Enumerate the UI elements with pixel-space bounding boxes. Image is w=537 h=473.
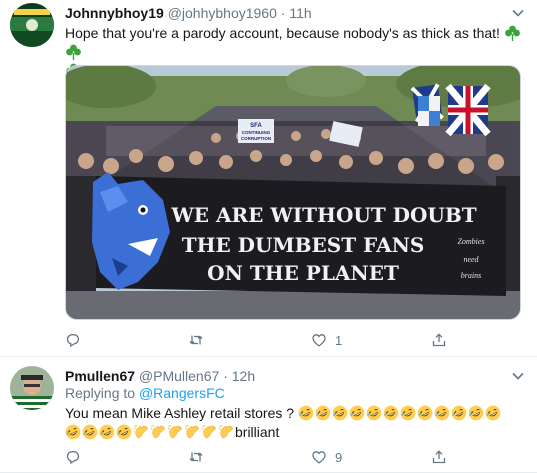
- rofl-icon: [116, 424, 132, 440]
- user-handle[interactable]: @PMullen67: [139, 368, 219, 384]
- reply-button[interactable]: [65, 330, 89, 350]
- rofl-icon: [485, 405, 501, 421]
- like-count: 9: [335, 449, 343, 465]
- tweet-photo[interactable]: SFA CONTINUING CORRUPTION WE ARE WITHOUT…: [65, 65, 521, 320]
- retweet-button[interactable]: [188, 447, 212, 467]
- display-name[interactable]: Pmullen67: [65, 368, 135, 384]
- chevron-down-icon[interactable]: [511, 369, 525, 383]
- avatar[interactable]: [10, 366, 54, 410]
- banner-line2: THE DUMBEST FANS: [182, 233, 425, 257]
- replying-to: Replying to @RangersFC: [65, 385, 225, 401]
- replying-prefix: Replying to: [65, 385, 136, 401]
- share-icon: [432, 333, 446, 347]
- tweet-header: Johnnybhoy19 @johhybhoy1960 · 11h: [65, 4, 312, 22]
- rofl-icon: [400, 405, 416, 421]
- rofl-icon: [366, 405, 382, 421]
- rofl-icon: [349, 405, 365, 421]
- clap-icon: [167, 424, 182, 439]
- like-button[interactable]: 1: [311, 330, 342, 350]
- retweet-icon: [189, 452, 203, 462]
- share-icon: [432, 450, 446, 464]
- shamrock-icon: [66, 44, 81, 60]
- clap-icon: [150, 424, 165, 439]
- share-button[interactable]: [431, 447, 447, 467]
- retweet-button[interactable]: [188, 330, 212, 350]
- banner-line3: ON THE PLANET: [207, 261, 399, 285]
- emoji-row-1: [298, 405, 502, 421]
- banner-side-line3: brains: [461, 271, 481, 280]
- rofl-icon: [65, 424, 81, 440]
- separator-dot: ·: [223, 368, 228, 384]
- rofl-icon: [383, 405, 399, 421]
- like-button[interactable]: 9: [311, 447, 342, 467]
- rofl-icon: [434, 405, 450, 421]
- tweet-body: Hope that you're a parody account, becau…: [65, 25, 500, 41]
- reply-button[interactable]: [65, 447, 89, 467]
- like-count: 1: [335, 332, 343, 348]
- clap-icon: [184, 424, 199, 439]
- tweet-johnnybhoy19[interactable]: Johnnybhoy19 @johhybhoy1960 · 11h Hope t…: [0, 0, 537, 357]
- tweet-trailing-word: brilliant: [235, 424, 280, 440]
- banner-side-line1: Zombies: [457, 237, 484, 246]
- reply-icon: [66, 334, 80, 348]
- banner-line1: WE ARE WITHOUT DOUBT: [170, 203, 476, 227]
- rofl-icon: [417, 405, 433, 421]
- protest-sign-line3: CORRUPTION: [241, 136, 271, 141]
- rofl-icon: [315, 405, 331, 421]
- rofl-icon: [99, 424, 115, 440]
- rofl-icon: [468, 405, 484, 421]
- tweet-header: Pmullen67 @PMullen67 · 12h: [65, 367, 255, 385]
- timestamp[interactable]: 11h: [289, 5, 311, 21]
- rofl-icon: [82, 424, 98, 440]
- march-photo: SFA CONTINUING CORRUPTION WE ARE WITHOUT…: [66, 66, 520, 319]
- shamrock-icon: [504, 25, 520, 41]
- avatar[interactable]: [10, 3, 54, 47]
- heart-icon: [312, 451, 326, 464]
- clap-icon: [133, 424, 148, 439]
- rofl-icon: [298, 405, 314, 421]
- banner-side-line2: need: [463, 255, 479, 264]
- display-name[interactable]: Johnnybhoy19: [65, 5, 164, 21]
- tweet-pmullen67[interactable]: Pmullen67 @PMullen67 · 12h Replying to @…: [0, 357, 537, 473]
- user-handle[interactable]: @johhybhoy1960: [168, 5, 277, 21]
- tweet-actions: 9: [65, 447, 495, 467]
- retweet-icon: [189, 335, 203, 345]
- tweet-text: You mean Mike Ashley retail stores ? bri…: [65, 404, 530, 442]
- emoji-row-2: [65, 424, 235, 440]
- tweet-actions: 1: [65, 330, 495, 350]
- protest-sign-line1: SFA: [250, 123, 262, 129]
- protest-sign-line2: CONTINUING: [242, 130, 271, 135]
- rofl-icon: [451, 405, 467, 421]
- rofl-icon: [332, 405, 348, 421]
- clap-icon: [218, 424, 233, 439]
- separator-dot: ·: [280, 5, 286, 21]
- replying-to-link[interactable]: @RangersFC: [139, 385, 225, 401]
- share-button[interactable]: [431, 330, 447, 350]
- clap-icon: [201, 424, 216, 439]
- chevron-down-icon[interactable]: [511, 6, 525, 20]
- timestamp[interactable]: 12h: [232, 368, 255, 384]
- reply-icon: [66, 451, 80, 465]
- tweet-body: You mean Mike Ashley retail stores ?: [65, 405, 295, 421]
- heart-icon: [312, 334, 326, 347]
